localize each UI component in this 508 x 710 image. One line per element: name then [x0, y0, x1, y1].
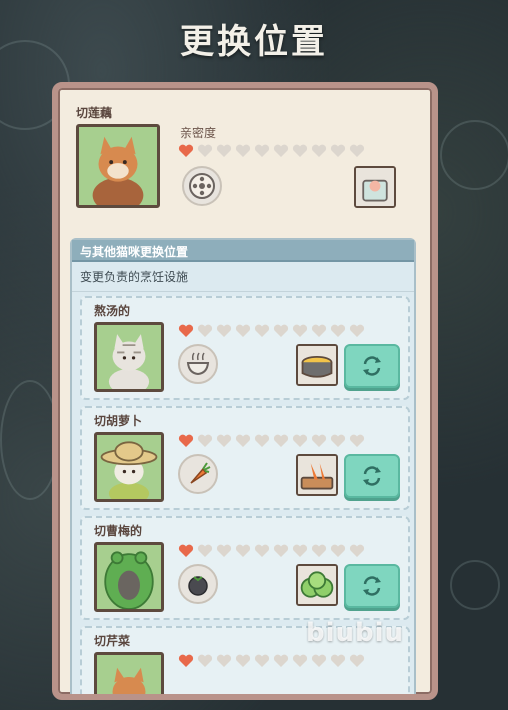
intimacy-hearts [178, 144, 365, 158]
heart-empty-icon [254, 544, 270, 558]
screen-title: 更换位置 [180, 22, 328, 62]
heart-empty-icon [330, 544, 346, 558]
heart-empty-icon [216, 654, 232, 668]
heart-empty-icon [197, 654, 213, 668]
intimacy-hearts [178, 324, 365, 338]
heart-filled-icon [178, 544, 194, 558]
heart-empty-icon [311, 324, 327, 338]
cat-row-carrot: 切胡萝卜 [80, 406, 410, 510]
heart-empty-icon [254, 654, 270, 668]
heart-empty-icon [197, 544, 213, 558]
swap-section-header: 与其他猫咪更换位置 [72, 240, 414, 262]
current-cat-card: 切莲藕 亲密度 [68, 96, 422, 228]
cat-role: 切曹梅的 [94, 524, 143, 538]
intimacy-label: 亲密度 [180, 126, 217, 140]
cat-row-berry: 切曹梅的 [80, 516, 410, 620]
heart-empty-icon [349, 544, 365, 558]
swap-arrows-icon [363, 466, 381, 486]
heart-empty-icon [197, 434, 213, 448]
intimacy-hearts [178, 544, 365, 558]
heart-empty-icon [197, 144, 213, 158]
heart-empty-icon [292, 144, 308, 158]
heart-empty-icon [254, 434, 270, 448]
swap-arrows-icon [363, 576, 381, 596]
heart-empty-icon [216, 544, 232, 558]
heart-empty-icon [216, 144, 232, 158]
heart-empty-icon [273, 324, 289, 338]
heart-empty-icon [311, 434, 327, 448]
heart-empty-icon [292, 654, 308, 668]
heart-empty-icon [273, 434, 289, 448]
intimacy-hearts [178, 654, 365, 668]
heart-empty-icon [330, 434, 346, 448]
current-cat-portrait [76, 124, 160, 208]
heart-empty-icon [273, 544, 289, 558]
heart-empty-icon [292, 324, 308, 338]
lotus-prep-station-icon [354, 166, 396, 208]
heart-filled-icon [178, 434, 194, 448]
heart-empty-icon [349, 144, 365, 158]
watermark: biubiu [306, 618, 405, 648]
heart-empty-icon [273, 144, 289, 158]
heart-empty-icon [311, 654, 327, 668]
carrot-icon [178, 454, 218, 494]
swap-position-panel: 切莲藕 亲密度 与其他猫咪更换位置 变更负责的烹饪设施 熬汤的 切胡萝卜 切曹梅… [52, 82, 438, 700]
cat-role: 切胡萝卜 [94, 414, 143, 428]
cat-row-soup: 熬汤的 [80, 296, 410, 400]
heart-empty-icon [235, 434, 251, 448]
swap-arrows-icon [363, 356, 381, 376]
cat-role: 熬汤的 [94, 304, 131, 318]
berry-icon [178, 564, 218, 604]
background-doodle [0, 380, 60, 500]
carrot-board-icon [296, 454, 338, 496]
heart-empty-icon [216, 324, 232, 338]
cabbage-icon [296, 564, 338, 606]
background-doodle [450, 560, 500, 610]
heart-empty-icon [330, 144, 346, 158]
swap-button[interactable] [344, 564, 400, 608]
heart-empty-icon [330, 654, 346, 668]
soup-bowl-icon [178, 344, 218, 384]
heart-empty-icon [311, 544, 327, 558]
heart-empty-icon [349, 434, 365, 448]
heart-empty-icon [235, 324, 251, 338]
cat-portrait [94, 542, 164, 612]
cat-role: 切芹菜 [94, 634, 131, 648]
heart-empty-icon [235, 654, 251, 668]
heart-empty-icon [197, 324, 213, 338]
swap-button[interactable] [344, 344, 400, 388]
cat-portrait [94, 322, 164, 392]
soup-pot-icon [296, 344, 338, 386]
current-cat-role: 切莲藕 [76, 106, 113, 120]
heart-empty-icon [292, 434, 308, 448]
heart-empty-icon [349, 654, 365, 668]
heart-empty-icon [311, 144, 327, 158]
heart-empty-icon [216, 434, 232, 448]
heart-empty-icon [330, 324, 346, 338]
heart-filled-icon [178, 654, 194, 668]
cat-portrait [94, 652, 164, 694]
background-doodle [440, 120, 508, 190]
swap-button[interactable] [344, 454, 400, 498]
heart-empty-icon [254, 324, 270, 338]
heart-empty-icon [292, 544, 308, 558]
heart-empty-icon [349, 324, 365, 338]
intimacy-hearts [178, 434, 365, 448]
heart-empty-icon [273, 654, 289, 668]
cat-portrait [94, 432, 164, 502]
heart-empty-icon [235, 544, 251, 558]
heart-filled-icon [178, 324, 194, 338]
heart-empty-icon [254, 144, 270, 158]
lotus-root-icon [182, 166, 222, 206]
swap-section-description: 变更负责的烹饪设施 [72, 262, 414, 292]
heart-empty-icon [235, 144, 251, 158]
heart-filled-icon [178, 144, 194, 158]
